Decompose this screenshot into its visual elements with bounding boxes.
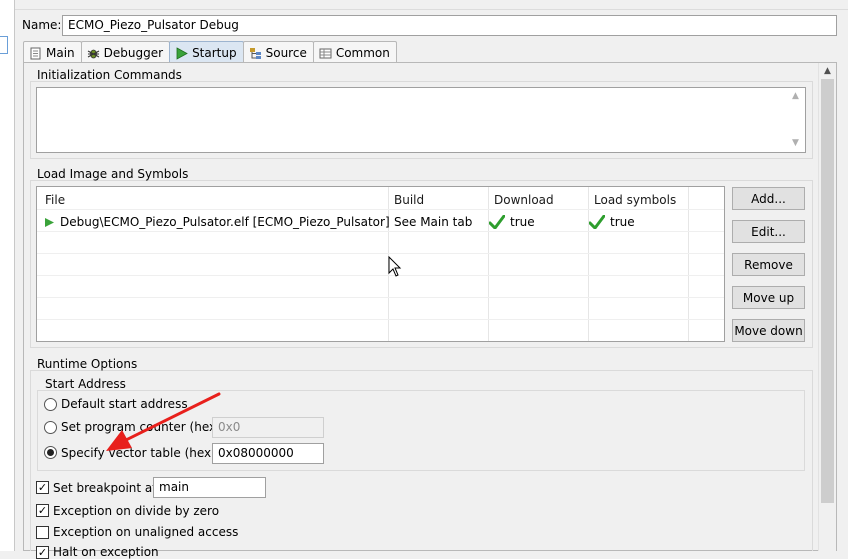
row-divider bbox=[37, 319, 724, 320]
textarea-scrollbar[interactable]: ▲ ▼ bbox=[788, 88, 805, 152]
load-image-table: File Build Download Load symbols Debug\E… bbox=[36, 186, 725, 342]
divide-by-zero-label: Exception on divide by zero bbox=[53, 504, 220, 518]
unaligned-access-checkbox[interactable] bbox=[36, 526, 49, 539]
breakpoint-field[interactable]: main bbox=[153, 477, 266, 498]
vector-table-label: Specify vector table (hex): bbox=[61, 446, 220, 460]
row-download-text: true bbox=[510, 215, 535, 229]
scroll-up-icon[interactable]: ▲ bbox=[819, 63, 836, 78]
scroll-thumb[interactable] bbox=[821, 79, 834, 503]
checkmark-icon bbox=[489, 215, 505, 229]
vector-table-radio[interactable] bbox=[44, 446, 57, 459]
row-divider bbox=[37, 209, 724, 210]
default-start-radio[interactable] bbox=[44, 398, 57, 411]
row-divider bbox=[37, 231, 724, 232]
page-icon bbox=[30, 47, 41, 59]
column-header-file[interactable]: File bbox=[45, 193, 65, 207]
tab-debugger[interactable]: Debugger bbox=[80, 41, 171, 62]
row-symbols-cell[interactable]: true bbox=[589, 215, 635, 229]
bug-icon bbox=[87, 49, 99, 58]
row-file-text: Debug\ECMO_Piezo_Pulsator.elf [ECMO_Piez… bbox=[60, 215, 390, 229]
divide-by-zero-checkbox[interactable]: ✓ bbox=[36, 504, 49, 517]
row-symbols-text: true bbox=[610, 215, 635, 229]
column-header-load-symbols[interactable]: Load symbols bbox=[594, 193, 676, 207]
breakpoint-checkbox[interactable]: ✓ bbox=[36, 481, 49, 494]
edit-button[interactable]: Edit... bbox=[732, 220, 805, 243]
row-download-cell[interactable]: true bbox=[489, 215, 535, 229]
tab-source[interactable]: Source bbox=[242, 41, 314, 62]
halt-on-exception-checkbox[interactable]: ✓ bbox=[36, 546, 49, 559]
top-edge bbox=[15, 0, 848, 10]
tab-main-label: Main bbox=[46, 46, 75, 60]
start-address-title: Start Address bbox=[45, 377, 126, 391]
program-counter-label: Set program counter (hex): bbox=[61, 420, 225, 434]
checkmark-icon bbox=[589, 215, 605, 229]
name-field[interactable]: ECMO_Piezo_Pulsator Debug bbox=[62, 15, 837, 36]
default-start-label: Default start address bbox=[61, 397, 188, 411]
move-up-button[interactable]: Move up bbox=[732, 286, 805, 309]
runtime-title: Runtime Options bbox=[37, 357, 138, 371]
tab-startup[interactable]: Startup bbox=[169, 41, 244, 62]
unaligned-access-label: Exception on unaligned access bbox=[53, 525, 239, 539]
init-title: Initialization Commands bbox=[37, 68, 182, 82]
col-divider bbox=[588, 187, 589, 341]
breakpoint-label: Set breakpoint at: bbox=[53, 481, 162, 495]
vector-table-field[interactable]: 0x08000000 bbox=[212, 443, 324, 464]
panel-scrollbar[interactable]: ▲ bbox=[818, 63, 836, 551]
program-counter-field[interactable]: 0x0 bbox=[212, 417, 324, 438]
load-title: Load Image and Symbols bbox=[37, 167, 189, 181]
left-panel-fragment bbox=[0, 36, 8, 54]
run-icon bbox=[176, 46, 188, 60]
name-label: Name: bbox=[22, 18, 62, 32]
mouse-cursor-icon bbox=[388, 256, 402, 277]
add-button[interactable]: Add... bbox=[732, 187, 805, 210]
source-icon bbox=[249, 47, 261, 59]
col-divider bbox=[688, 187, 689, 341]
table-icon bbox=[319, 48, 332, 58]
tab-debugger-label: Debugger bbox=[103, 46, 164, 60]
tab-common-label: Common bbox=[335, 46, 390, 60]
init-commands-textarea[interactable]: ▲ ▼ bbox=[36, 87, 806, 153]
row-divider bbox=[37, 275, 724, 276]
tab-source-label: Source bbox=[265, 46, 307, 60]
move-down-button[interactable]: Move down bbox=[732, 319, 805, 342]
program-counter-radio[interactable] bbox=[44, 421, 57, 434]
col-divider bbox=[488, 187, 489, 341]
row-build-text: See Main tab bbox=[394, 215, 473, 229]
tab-main[interactable]: Main bbox=[23, 41, 82, 62]
row-divider bbox=[37, 297, 724, 298]
halt-on-exception-label: Halt on exception bbox=[53, 545, 159, 559]
remove-button[interactable]: Remove bbox=[732, 253, 805, 276]
tab-common[interactable]: Common bbox=[312, 41, 397, 62]
tab-bar: Main Debugger Startup Source Common bbox=[23, 41, 397, 62]
left-panel-edge bbox=[0, 0, 15, 551]
tab-startup-label: Startup bbox=[192, 46, 237, 60]
table-row-file[interactable]: Debug\ECMO_Piezo_Pulsator.elf [ECMO_Piez… bbox=[44, 215, 390, 229]
row-divider bbox=[37, 253, 724, 254]
column-header-build[interactable]: Build bbox=[394, 193, 424, 207]
row-build-cell[interactable]: See Main tab bbox=[394, 215, 472, 229]
column-header-download[interactable]: Download bbox=[494, 193, 554, 207]
run-icon bbox=[45, 217, 54, 227]
